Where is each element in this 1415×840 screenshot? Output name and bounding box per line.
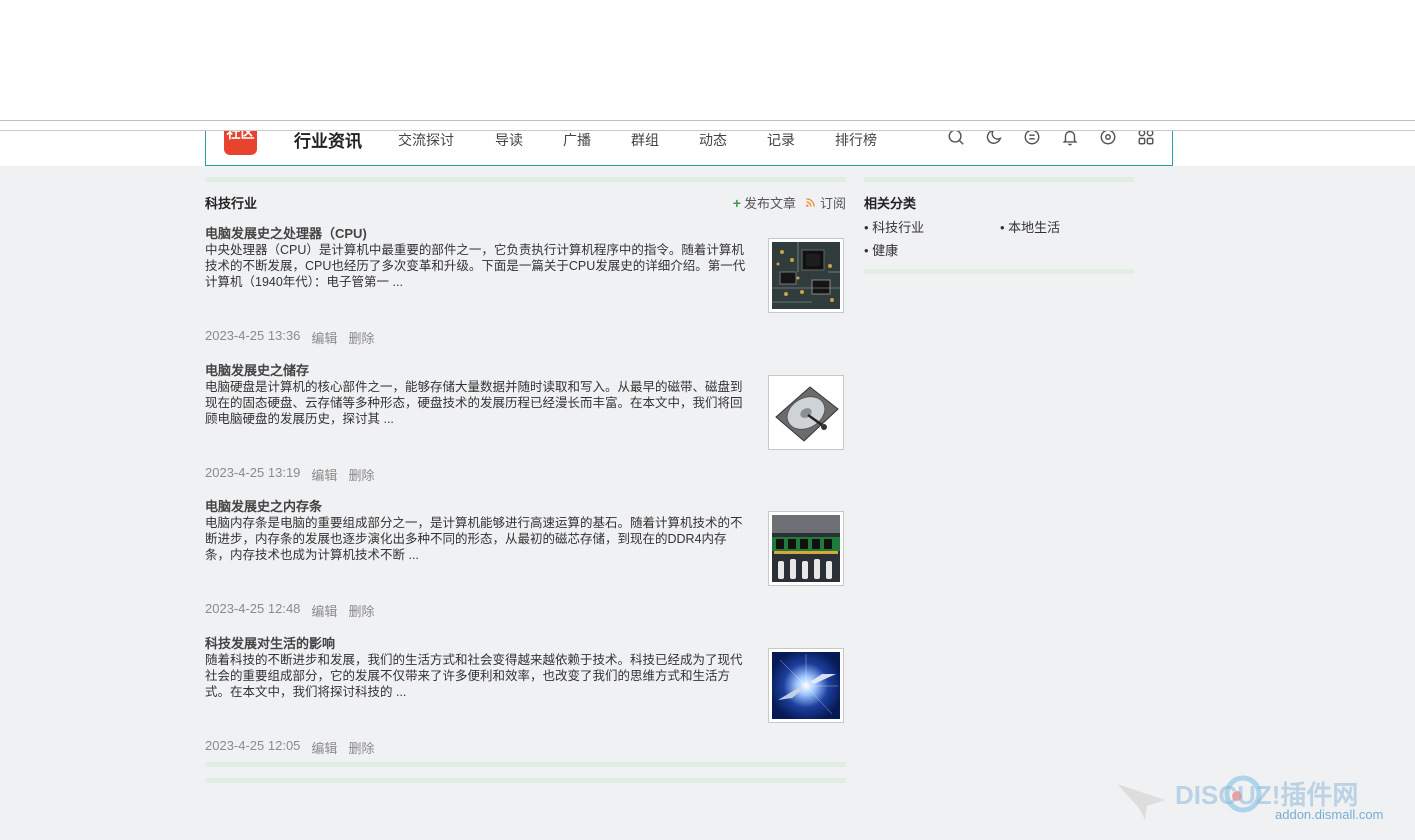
edit-link[interactable]: 编辑	[311, 601, 337, 620]
nav-item-ranking[interactable]: 排行榜	[835, 131, 877, 150]
delete-link[interactable]: 删除	[348, 738, 374, 757]
logo-text: 社区	[226, 131, 255, 141]
article-meta: 2023-4-25 12:05 编辑 删除	[205, 738, 374, 757]
category-link[interactable]: 本地生活	[1000, 217, 1060, 236]
divider	[205, 762, 846, 767]
edit-link[interactable]: 编辑	[311, 328, 337, 347]
plus-icon: +	[732, 194, 741, 211]
article-meta: 2023-4-25 13:19 编辑 删除	[205, 465, 374, 484]
article-time: 2023-4-25 12:05	[205, 738, 301, 753]
nav-item-guide[interactable]: 导读	[495, 131, 523, 150]
divider	[864, 177, 1134, 182]
article-thumbnail[interactable]	[768, 238, 844, 313]
bell-icon[interactable]	[1060, 131, 1080, 147]
site-header: 社区 行业资讯 交流探讨 导读 广播 群组 动态 记录 排行榜	[205, 131, 1173, 166]
nav-item-discussion[interactable]: 交流探讨	[398, 131, 454, 150]
nav-item-feed[interactable]: 动态	[699, 131, 727, 150]
browser-blank-area	[0, 0, 1415, 120]
article-title[interactable]: 科技发展对生活的影响	[205, 633, 335, 652]
section-actions: + 发布文章 订阅	[723, 193, 846, 212]
divider	[864, 269, 1134, 274]
divider	[205, 778, 846, 783]
subscribe-button[interactable]: 订阅	[806, 193, 846, 212]
article-meta: 2023-4-25 13:36 编辑 删除	[205, 328, 374, 347]
article-item: 电脑发展史之储存 电脑硬盘是计算机的核心部件之一，能够存储大量数据并随时读取和写…	[205, 360, 846, 490]
edit-link[interactable]: 编辑	[311, 738, 337, 757]
main-nav: 交流探讨 导读 广播 群组 动态 记录 排行榜	[398, 131, 917, 150]
section-title: 科技行业	[205, 196, 258, 211]
delete-link[interactable]: 删除	[348, 601, 374, 620]
cpu-board-image	[772, 242, 840, 309]
category-link[interactable]: 科技行业	[864, 217, 924, 236]
watermark-url: addon.dismall.com	[1275, 807, 1384, 822]
hard-disk-image	[772, 379, 840, 446]
divider	[0, 121, 1415, 131]
article-title[interactable]: 电脑发展史之储存	[205, 360, 309, 379]
category-link[interactable]: 健康	[864, 240, 898, 259]
article-item: 电脑发展史之处理器（CPU) 中央处理器（CPU）是计算机中最重要的部件之一，它…	[205, 223, 846, 353]
sidebar-title: 相关分类	[864, 196, 917, 211]
article-summary: 中央处理器（CPU）是计算机中最重要的部件之一，它负责执行计算机程序中的指令。随…	[205, 243, 746, 289]
article-summary: 电脑内存条是电脑的重要组成部分之一，是计算机能够进行高速运算的基石。随着计算机技…	[205, 516, 743, 562]
nav-item-groups[interactable]: 群组	[631, 131, 659, 150]
article-thumbnail[interactable]	[768, 375, 844, 450]
watermark-logo: DISCUZ!插件网	[1117, 775, 1358, 820]
section-header: 科技行业 + 发布文章 订阅	[205, 193, 846, 212]
delete-link[interactable]: 删除	[348, 328, 374, 347]
article-time: 2023-4-25 13:36	[205, 328, 301, 343]
article-time: 2023-4-25 12:48	[205, 601, 301, 616]
nav-item-broadcast[interactable]: 广播	[563, 131, 591, 150]
article-summary: 电脑硬盘是计算机的核心部件之一，能够存储大量数据并随时读取和写入。从最早的磁带、…	[205, 380, 743, 426]
rss-icon	[806, 198, 815, 207]
article-title[interactable]: 电脑发展史之处理器（CPU)	[205, 223, 367, 242]
article-time: 2023-4-25 13:19	[205, 465, 301, 480]
site-title[interactable]: 行业资讯	[294, 131, 362, 152]
article-title[interactable]: 电脑发展史之内存条	[205, 496, 322, 515]
subscribe-label: 订阅	[819, 196, 846, 211]
delete-link[interactable]: 删除	[348, 465, 374, 484]
divider	[205, 177, 846, 182]
edit-link[interactable]: 编辑	[311, 465, 337, 484]
search-icon[interactable]	[946, 131, 966, 147]
article-thumbnail[interactable]	[768, 648, 844, 723]
apps-icon[interactable]	[1136, 131, 1156, 147]
memory-stick-image	[772, 515, 840, 582]
post-article-label: 发布文章	[743, 196, 796, 211]
moon-icon[interactable]	[984, 131, 1004, 147]
header-icons	[946, 131, 1172, 147]
article-thumbnail[interactable]	[768, 511, 844, 586]
article-item: 电脑发展史之内存条 电脑内存条是电脑的重要组成部分之一，是计算机能够进行高速运算…	[205, 496, 846, 626]
article-summary: 随着科技的不断进步和发展，我们的生活方式和社会变得越来越依赖于技术。科技已经成为…	[205, 653, 743, 699]
post-article-button[interactable]: + 发布文章	[733, 193, 796, 212]
site-logo[interactable]: 社区	[224, 131, 257, 155]
tech-hands-image	[772, 652, 840, 719]
settings-icon[interactable]	[1098, 131, 1118, 147]
watermark-brand: DISCUZ!插件网	[1175, 780, 1358, 810]
article-meta: 2023-4-25 12:48 编辑 删除	[205, 601, 374, 620]
message-icon[interactable]	[1022, 131, 1042, 147]
article-item: 科技发展对生活的影响 随着科技的不断进步和发展，我们的生活方式和社会变得越来越依…	[205, 633, 846, 763]
nav-item-records[interactable]: 记录	[767, 131, 795, 150]
